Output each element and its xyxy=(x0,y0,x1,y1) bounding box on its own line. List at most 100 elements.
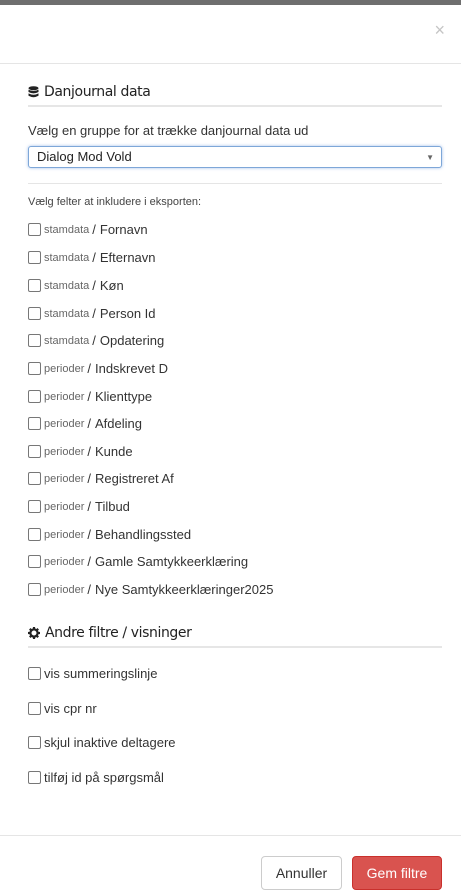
fields-prompt: Vælg felter at inkludere i eksporten: xyxy=(28,196,202,208)
field-separator: / xyxy=(87,527,91,542)
field-checkbox-row[interactable]: perioder / Indskrevet D xyxy=(28,361,168,376)
option-checkbox[interactable] xyxy=(28,667,41,680)
field-name-label: Tilbud xyxy=(94,499,130,514)
field-group-label: perioder xyxy=(44,445,85,458)
field-name-label: Køn xyxy=(99,278,124,293)
chevron-down-icon: ▼ xyxy=(426,153,434,162)
field-checkbox[interactable] xyxy=(28,390,41,403)
field-separator: / xyxy=(92,250,96,265)
field-checkbox-row[interactable]: stamdata / Person Id xyxy=(28,306,156,321)
field-group-label: perioder xyxy=(44,362,85,375)
field-group-label: perioder xyxy=(44,555,85,568)
field-name-label: Registreret Af xyxy=(94,471,174,486)
field-name-label: Indskrevet D xyxy=(94,361,168,376)
field-checkbox[interactable] xyxy=(28,251,41,264)
group-select[interactable]: Dialog Mod Vold ▼ xyxy=(28,146,442,168)
field-checkbox-row[interactable]: perioder / Registreret Af xyxy=(28,471,174,486)
group-select-value: Dialog Mod Vold xyxy=(37,149,132,164)
field-separator: / xyxy=(87,471,91,486)
field-group-label: perioder xyxy=(44,390,85,403)
other-filters-section-title: Andre filtre / visninger xyxy=(28,625,442,648)
field-group-label: perioder xyxy=(44,417,85,430)
option-checkbox-row[interactable]: skjul inaktive deltagere xyxy=(28,735,176,750)
field-name-label: Nye Samtykkeerklæringer2025 xyxy=(94,582,274,597)
option-label: vis cpr nr xyxy=(44,701,97,716)
field-group-label: stamdata xyxy=(44,334,90,347)
field-name-label: Gamle Samtykkeerklæring xyxy=(94,554,249,569)
field-checkbox-row[interactable]: perioder / Tilbud xyxy=(28,499,130,514)
field-checkbox[interactable] xyxy=(28,472,41,485)
field-checkbox[interactable] xyxy=(28,362,41,375)
field-checkbox[interactable] xyxy=(28,223,41,236)
field-separator: / xyxy=(87,361,91,376)
field-group-label: perioder xyxy=(44,528,85,541)
field-name-label: Opdatering xyxy=(99,333,165,348)
field-separator: / xyxy=(87,499,91,514)
field-checkbox-row[interactable]: stamdata / Efternavn xyxy=(28,250,156,265)
field-checkbox[interactable] xyxy=(28,417,41,430)
field-group-label: stamdata xyxy=(44,279,90,292)
field-name-label: Efternavn xyxy=(99,250,156,265)
field-checkbox-row[interactable]: stamdata / Opdatering xyxy=(28,333,164,348)
field-checkbox[interactable] xyxy=(28,279,41,292)
danjournal-section-title: Danjournal data xyxy=(28,84,442,107)
other-filters-title: Andre filtre / visninger xyxy=(45,625,192,641)
field-name-label: Fornavn xyxy=(99,222,148,237)
field-separator: / xyxy=(92,222,96,237)
field-checkbox-row[interactable]: perioder / Afdeling xyxy=(28,416,142,431)
option-label: vis summeringslinje xyxy=(44,666,158,681)
option-checkbox[interactable] xyxy=(28,771,41,784)
field-name-label: Behandlingssted xyxy=(94,527,192,542)
field-checkbox[interactable] xyxy=(28,555,41,568)
option-label: skjul inaktive deltagere xyxy=(44,735,176,750)
field-name-label: Klienttype xyxy=(94,389,153,404)
field-checkbox[interactable] xyxy=(28,528,41,541)
field-checkbox-row[interactable]: perioder / Klienttype xyxy=(28,389,152,404)
field-checkbox[interactable] xyxy=(28,583,41,596)
option-checkbox-row[interactable]: tilføj id på spørgsmål xyxy=(28,770,164,785)
field-checkbox[interactable] xyxy=(28,445,41,458)
field-group-label: stamdata xyxy=(44,251,90,264)
field-separator: / xyxy=(92,278,96,293)
danjournal-title: Danjournal data xyxy=(44,84,151,100)
field-name-label: Kunde xyxy=(94,444,133,459)
field-checkbox-row[interactable]: perioder / Kunde xyxy=(28,444,133,459)
option-checkbox[interactable] xyxy=(28,736,41,749)
field-name-label: Afdeling xyxy=(94,416,142,431)
field-group-label: perioder xyxy=(44,583,85,596)
field-separator: / xyxy=(87,554,91,569)
field-separator: / xyxy=(87,582,91,597)
option-checkbox-row[interactable]: vis cpr nr xyxy=(28,701,97,716)
field-separator: / xyxy=(87,416,91,431)
modal-backdrop-edge xyxy=(0,0,461,5)
database-icon xyxy=(28,85,39,97)
field-group-label: stamdata xyxy=(44,307,90,320)
field-separator: / xyxy=(92,333,96,348)
field-checkbox-row[interactable]: perioder / Gamle Samtykkeerklæring xyxy=(28,554,248,569)
field-checkbox[interactable] xyxy=(28,500,41,513)
modal-footer-divider xyxy=(0,835,461,836)
close-icon[interactable]: × xyxy=(434,20,445,40)
field-group-label: perioder xyxy=(44,472,85,485)
field-checkbox[interactable] xyxy=(28,334,41,347)
field-checkbox-row[interactable]: perioder / Behandlingssted xyxy=(28,527,191,542)
field-separator: / xyxy=(87,389,91,404)
field-separator: / xyxy=(92,306,96,321)
option-checkbox[interactable] xyxy=(28,702,41,715)
field-group-label: stamdata xyxy=(44,223,90,236)
cancel-button[interactable]: Annuller xyxy=(261,856,342,890)
field-name-label: Person Id xyxy=(99,306,156,321)
field-checkbox-row[interactable]: perioder / Nye Samtykkeerklæringer2025 xyxy=(28,582,273,597)
field-group-label: perioder xyxy=(44,500,85,513)
field-checkbox[interactable] xyxy=(28,307,41,320)
gear-icon xyxy=(28,627,40,639)
group-select-label: Vælg en gruppe for at trække danjournal … xyxy=(28,123,309,138)
field-checkbox-row[interactable]: stamdata / Køn xyxy=(28,278,124,293)
field-checkbox-row[interactable]: stamdata / Fornavn xyxy=(28,222,148,237)
modal-header-divider xyxy=(0,63,461,64)
option-label: tilføj id på spørgsmål xyxy=(44,770,164,785)
option-checkbox-row[interactable]: vis summeringslinje xyxy=(28,666,157,681)
section-divider xyxy=(28,183,442,184)
save-filters-button[interactable]: Gem filtre xyxy=(352,856,442,890)
field-separator: / xyxy=(87,444,91,459)
